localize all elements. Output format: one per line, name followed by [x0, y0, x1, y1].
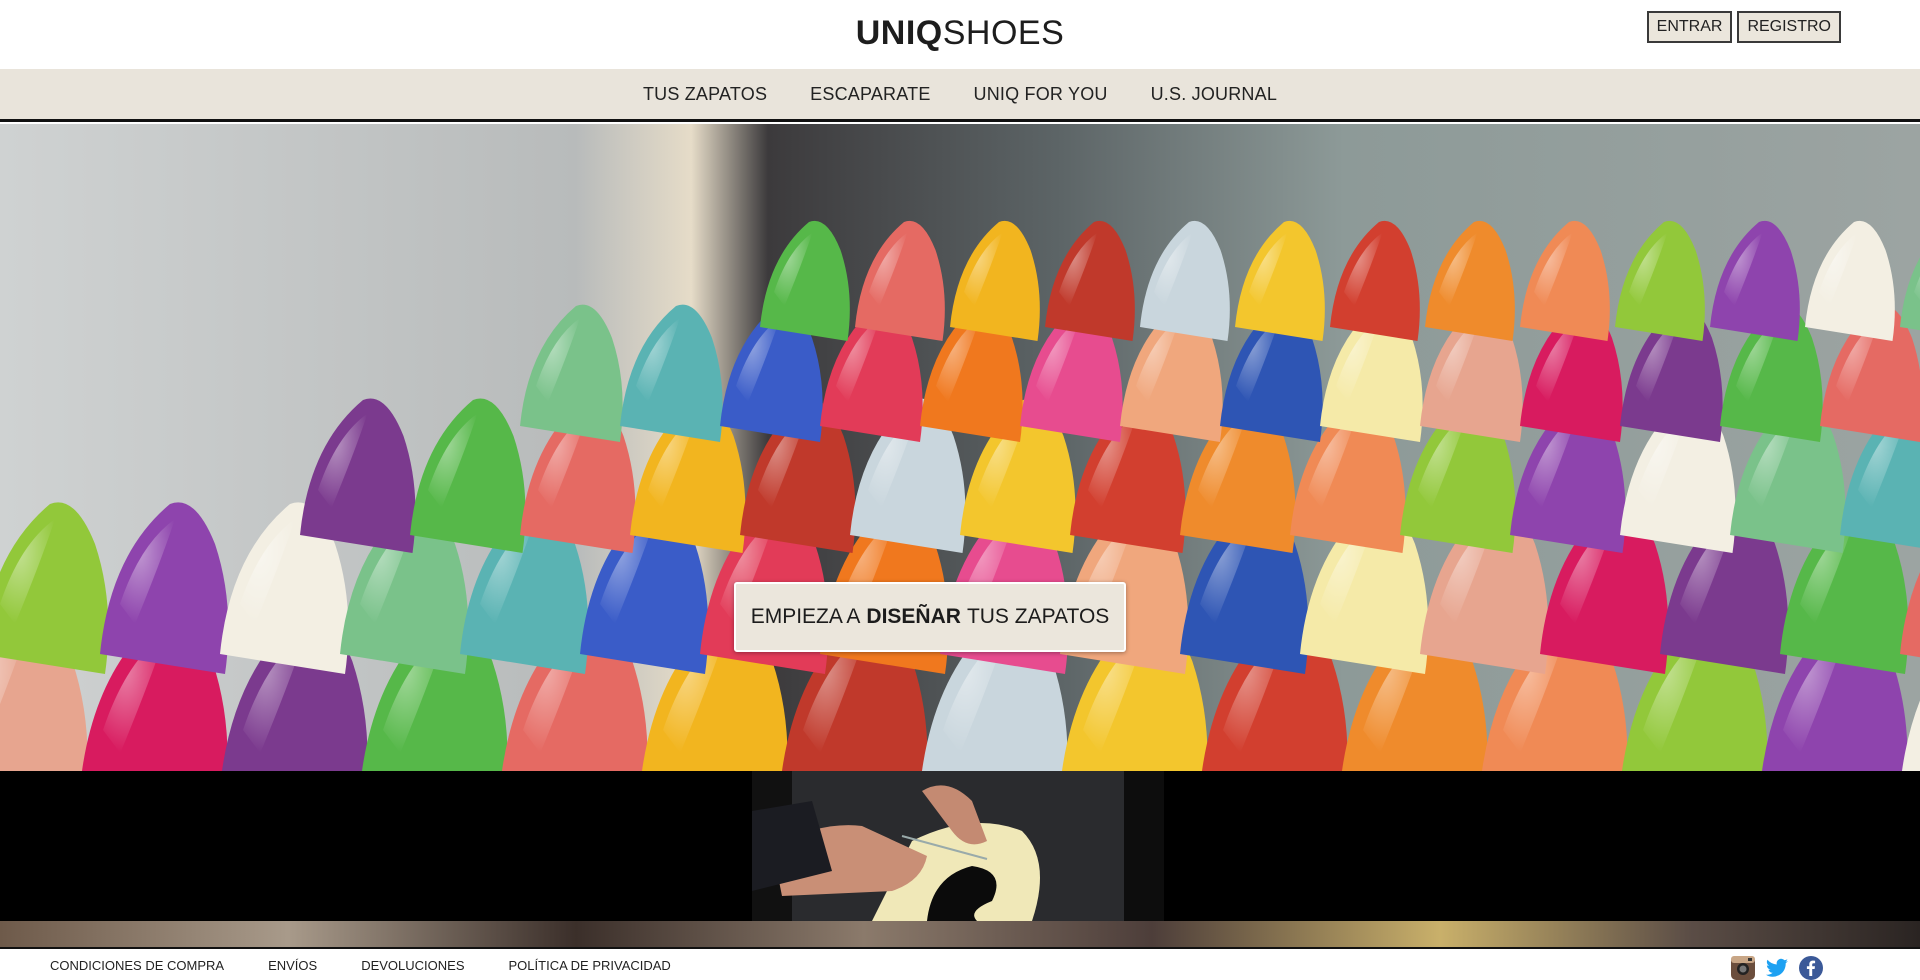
- footer-links: CONDICIONES DE COMPRA ENVÍOS DEVOLUCIONE…: [50, 958, 671, 973]
- nav-item-escaparate[interactable]: ESCAPARATE: [810, 84, 930, 105]
- logo-light-text: SHOES: [942, 14, 1065, 52]
- hero-banner: EMPIEZA A DISEÑAR TUS ZAPATOS: [0, 124, 1920, 771]
- site-header: UNIQSHOES ENTRAR REGISTRO: [0, 0, 1920, 69]
- video-strip: [0, 771, 1920, 921]
- instagram-icon[interactable]: [1730, 955, 1756, 980]
- site-footer: CONDICIONES DE COMPRA ENVÍOS DEVOLUCIONE…: [0, 947, 1920, 980]
- craftsman-video[interactable]: [752, 771, 1164, 921]
- start-design-button[interactable]: EMPIEZA A DISEÑAR TUS ZAPATOS: [734, 582, 1126, 652]
- logo-bold-text: UNIQ: [855, 14, 943, 52]
- footer-link-terms[interactable]: CONDICIONES DE COMPRA: [50, 958, 224, 973]
- auth-buttons: ENTRAR REGISTRO: [1646, 11, 1841, 43]
- register-button[interactable]: REGISTRO: [1737, 11, 1841, 43]
- cta-prefix: EMPIEZA A: [750, 605, 861, 628]
- main-nav: TUS ZAPATOS ESCAPARATE UNIQ FOR YOU U.S.…: [0, 69, 1920, 122]
- site-logo[interactable]: UNIQSHOES: [0, 14, 1920, 53]
- login-button[interactable]: ENTRAR: [1646, 11, 1733, 43]
- hero-shoes-image: [0, 124, 1920, 771]
- pattern-cutting-image: [752, 771, 1164, 921]
- footer-link-privacy[interactable]: POLÍTICA DE PRIVACIDAD: [509, 958, 671, 973]
- nav-item-uniq-for-you[interactable]: UNIQ FOR YOU: [974, 84, 1108, 105]
- facebook-icon[interactable]: [1798, 955, 1824, 980]
- nav-item-tus-zapatos[interactable]: TUS ZAPATOS: [643, 84, 767, 105]
- footer-link-returns[interactable]: DEVOLUCIONES: [361, 958, 464, 973]
- hero-bottom-sliver: [0, 921, 1920, 947]
- cta-bold: DISEÑAR: [866, 605, 961, 628]
- footer-link-shipping[interactable]: ENVÍOS: [268, 958, 317, 973]
- social-links: [1730, 955, 1824, 980]
- twitter-icon[interactable]: [1764, 955, 1790, 980]
- nav-item-journal[interactable]: U.S. JOURNAL: [1151, 84, 1277, 105]
- cta-suffix: TUS ZAPATOS: [966, 605, 1110, 628]
